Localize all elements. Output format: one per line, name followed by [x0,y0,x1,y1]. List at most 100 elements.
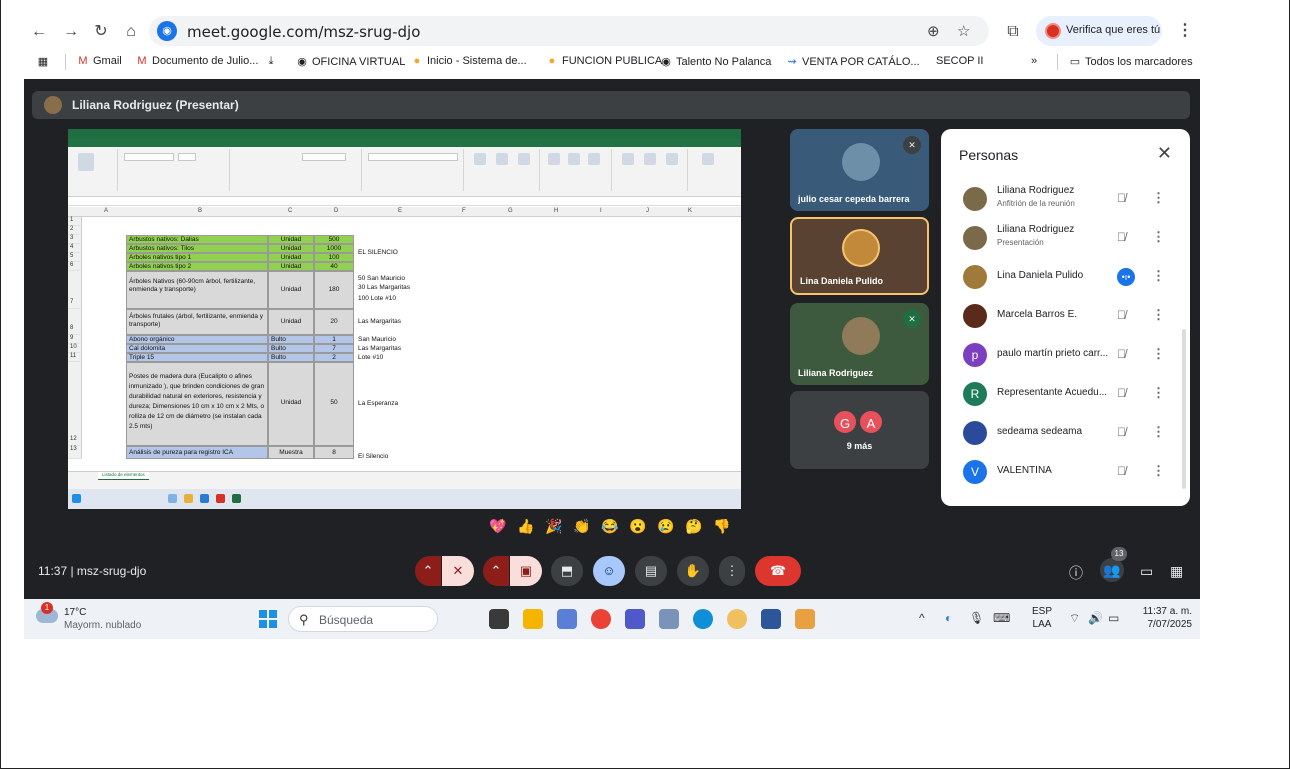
more-participants-tile[interactable]: G A 9 más [790,391,929,469]
url-text[interactable]: meet.google.com/msz-srug-djo [187,23,420,41]
cell-unit[interactable]: Unidad [268,271,314,309]
video-options-chevron-icon[interactable]: ⌃ [483,556,509,586]
cell-item[interactable]: Árboles nativos tipo 1 [126,253,268,262]
more-options-icon[interactable]: ⋮ [1152,268,1165,284]
app-icon[interactable] [795,609,815,629]
cell-location[interactable]: 100 Lote #10 [358,295,396,303]
cell-location[interactable]: EL SILENCIO [358,249,398,257]
cell-item[interactable]: Postes de madera dura (Eucalipto o afine… [126,362,268,446]
cell-qty[interactable]: 40 [314,262,354,271]
leave-call-button[interactable]: ☎ [755,556,801,586]
cell-unit[interactable]: Bulto [268,335,314,344]
mic-off-icon[interactable]: 🎙̸ [1117,308,1126,322]
forward-arrow-icon[interactable]: → [59,20,83,44]
bookmark-oficina[interactable]: ◉ OFICINA VIRTUAL [296,55,405,68]
word-icon[interactable] [761,609,781,629]
system-clock[interactable]: 11:37 a. m. 7/07/2025 [1132,605,1192,631]
volume-icon[interactable]: 🔊 [1088,611,1103,625]
app-icon[interactable] [659,609,679,629]
more-bookmarks-button[interactable]: » [1031,55,1037,67]
mic-off-icon[interactable]: 🎙̸ [1117,425,1126,439]
participant-tile[interactable]: ✕ Liliana Rodriguez [790,303,929,385]
cell-qty[interactable]: 50 [314,362,354,446]
browser-menu-icon[interactable]: ⋮ [1177,20,1193,40]
people-list-item[interactable]: Liliana Rodriguez Presentación 🎙̸ ⋮ [949,220,1173,256]
wifi-icon[interactable]: ⌔ [1069,611,1080,626]
edge-icon[interactable] [693,609,713,629]
teams-icon[interactable] [625,609,645,629]
meeting-info-icon[interactable]: ⓘ [1069,563,1083,583]
thumbs-down-reaction-icon[interactable]: 👎 [710,514,734,538]
cell-location[interactable]: San Mauricio [358,336,396,344]
task-view-icon[interactable] [489,609,509,629]
apps-grid-icon[interactable]: ▦ [37,55,53,68]
cell-location[interactable]: Lote #10 [358,354,383,362]
mic-off-icon[interactable]: 🎙̸ [1117,386,1126,400]
cell-location[interactable]: 50 San Mauricio [358,275,405,283]
cell-item[interactable]: Arbustos nativos: Dalias [126,235,268,244]
people-scrollbar[interactable] [1182,329,1186,489]
cell-qty[interactable]: 7 [314,344,354,353]
cell-item[interactable]: Análisis de pureza para registro ICA [126,446,268,459]
sheet-tab[interactable]: Listado de elementos [98,472,149,480]
bookmark-gmail[interactable]: M Gmail [77,55,121,67]
cell-item[interactable]: Abono orgánico [126,335,268,344]
laugh-reaction-icon[interactable]: 😂 [598,514,622,538]
more-options-icon[interactable]: ⋮ [1152,424,1165,440]
bookmark-venta[interactable]: ⇝ VENTA POR CATÁLO... [786,55,919,68]
cell-unit[interactable]: Unidad [268,253,314,262]
cell-qty[interactable]: 180 [314,271,354,309]
cell-qty[interactable]: 2 [314,353,354,362]
cell-unit[interactable]: Unidad [268,362,314,446]
camera-toggle-button[interactable]: ▣ [510,556,542,586]
people-list-item[interactable]: Liliana Rodriguez Anfitrión de la reunió… [949,181,1173,217]
keyboard-icon[interactable]: ⌨ [993,611,1010,625]
mic-off-icon[interactable]: 🎙̸ [1117,347,1126,361]
cell-unit[interactable]: Unidad [268,244,314,253]
present-screen-button[interactable]: ⬒ [551,556,583,586]
cell-item[interactable]: Árboles nativos tipo 2 [126,262,268,271]
cell-location[interactable]: Las Margaritas [358,318,401,326]
site-info-icon[interactable]: ◉ [157,21,177,41]
battery-icon[interactable]: ▭ [1108,611,1119,625]
cell-qty[interactable]: 100 [314,253,354,262]
windows-start-icon[interactable] [259,610,277,628]
people-list-item[interactable]: Lina Daniela Pulido •ı• ⋮ [949,259,1173,295]
clap-reaction-icon[interactable]: 👏 [570,514,594,538]
verify-profile-button[interactable]: Verifica que eres tú [1036,16,1162,46]
taskbar-search[interactable]: ⚲ Búsqueda [288,606,438,632]
cell-unit[interactable]: Unidad [268,235,314,244]
mic-off-icon[interactable]: 🎙̸ [1117,230,1126,244]
mic-off-icon[interactable]: 🎙̸ [1117,464,1126,478]
thumbs-up-reaction-icon[interactable]: 👍 [514,514,538,538]
cell-unit[interactable]: Unidad [268,262,314,271]
chrome-icon[interactable] [591,609,611,629]
cell-location[interactable]: La Esperanza [358,400,398,408]
more-options-icon[interactable]: ⋮ [1152,346,1165,362]
cell-unit[interactable]: Unidad [268,309,314,335]
people-list-item[interactable]: R Representante Acuedu... 🎙̸ ⋮ [949,376,1173,412]
cell-qty[interactable]: 500 [314,235,354,244]
bookmark-star-icon[interactable]: ☆ [957,22,970,40]
heart-reaction-icon[interactable]: 💖 [486,514,510,538]
bookmark-inicio[interactable]: ● Inicio - Sistema de... [411,55,527,67]
weather-text[interactable]: Mayorm. nublado [64,620,141,631]
party-reaction-icon[interactable]: 🎉 [542,514,566,538]
cell-item[interactable]: Árboles frutales (árbol, fertilizante, e… [126,309,268,335]
home-icon[interactable]: ⌂ [119,20,143,44]
cell-unit[interactable]: Muestra [268,446,314,459]
reload-icon[interactable]: ↻ [89,20,113,44]
cell-unit[interactable]: Bulto [268,353,314,362]
mic-toggle-button[interactable]: ✕ [442,556,474,586]
copilot-icon[interactable] [557,609,577,629]
sad-reaction-icon[interactable]: 😢 [654,514,678,538]
activities-icon[interactable]: ▦ [1170,563,1183,580]
more-options-icon[interactable]: ⋮ [1152,463,1165,479]
cell-item[interactable]: Árboles Nativos (60-90cm árbol, fertiliz… [126,271,268,309]
microphone-icon[interactable]: 🎙 [969,611,984,625]
more-options-button[interactable]: ⋮ [719,556,745,586]
back-arrow-icon[interactable]: ← [27,20,51,44]
bookmark-talento[interactable]: ◉ Talento No Palanca [660,55,771,68]
cell-item[interactable]: Arbustos nativos: Tilos [126,244,268,253]
cell-location[interactable]: 30 Las Margaritas [358,284,410,292]
